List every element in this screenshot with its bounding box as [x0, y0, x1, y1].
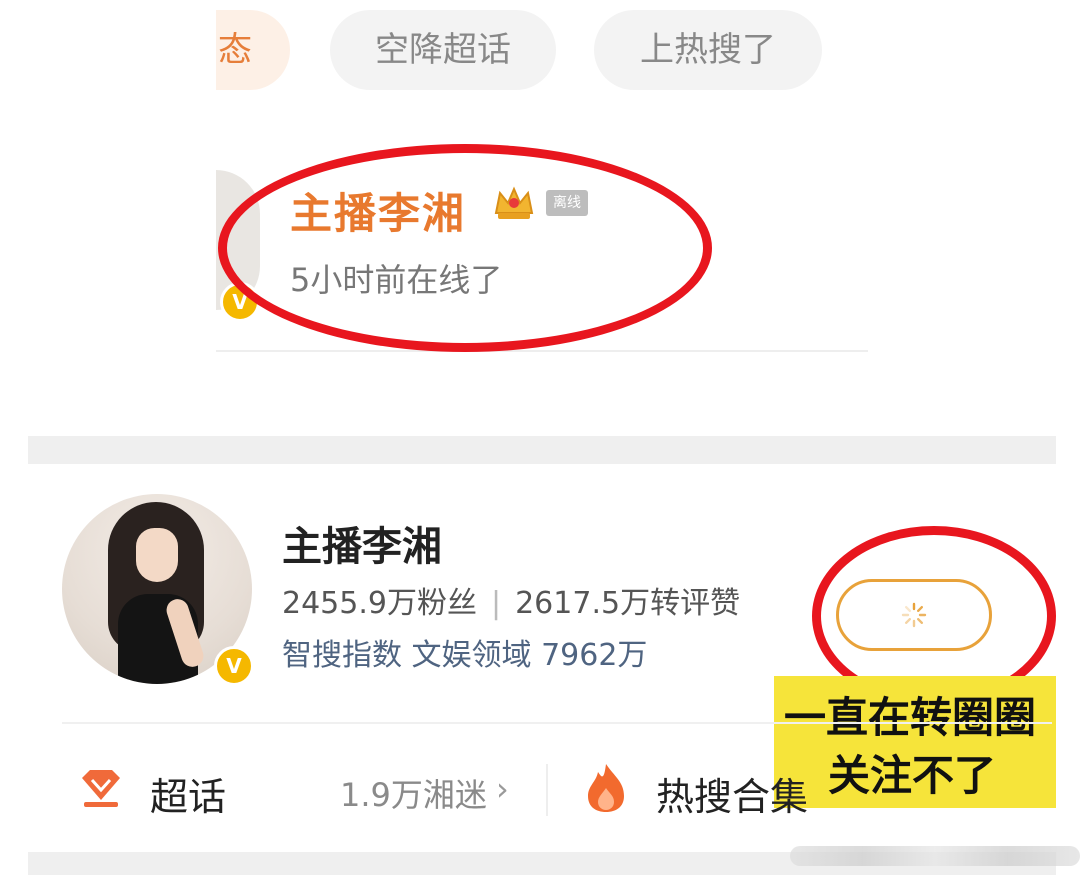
fire-icon — [588, 764, 624, 812]
vertical-divider — [546, 764, 548, 816]
verified-badge-icon: V — [214, 646, 254, 686]
annotation-line-2: 关注不了 — [828, 751, 997, 800]
divider — [216, 350, 868, 352]
annotation-line-1: 一直在转圈圈 — [784, 693, 1037, 742]
avatar-face — [136, 528, 178, 582]
interactions-count: 2617.5万转评赞 — [515, 586, 741, 621]
chip-airdrop-label: 空降超话 — [375, 30, 511, 70]
chevron-right-icon: › — [496, 770, 509, 808]
section-separator — [28, 436, 1056, 464]
profile-name[interactable]: 主播李湘 — [282, 514, 442, 572]
supertopic-link[interactable]: 超话 — [150, 766, 226, 821]
chip-partial-label: 态 — [218, 30, 252, 70]
supertopic-fans-count[interactable]: 1.9万湘迷 — [340, 770, 487, 816]
hot-search-collection-link[interactable]: 热搜合集 — [656, 766, 808, 821]
stats-separator: | — [490, 586, 502, 621]
chip-partial[interactable]: 态 — [216, 10, 290, 90]
followers-count[interactable]: 2455.9万粉丝 — [282, 586, 477, 621]
chip-airdrop-supertopic[interactable]: 空降超话 — [330, 10, 556, 90]
profile-stats: 2455.9万粉丝 | 2617.5万转评赞 — [282, 578, 740, 622]
watermark — [790, 846, 1080, 866]
smart-search-index[interactable]: 智搜指数 文娱领域 7962万 — [282, 630, 647, 674]
supertopic-diamond-icon — [82, 770, 120, 807]
chip-hot-search[interactable]: 上热搜了 — [594, 10, 822, 90]
red-highlight-oval-top — [218, 144, 712, 352]
divider — [62, 722, 1052, 724]
chip-hot-search-label: 上热搜了 — [640, 30, 776, 70]
